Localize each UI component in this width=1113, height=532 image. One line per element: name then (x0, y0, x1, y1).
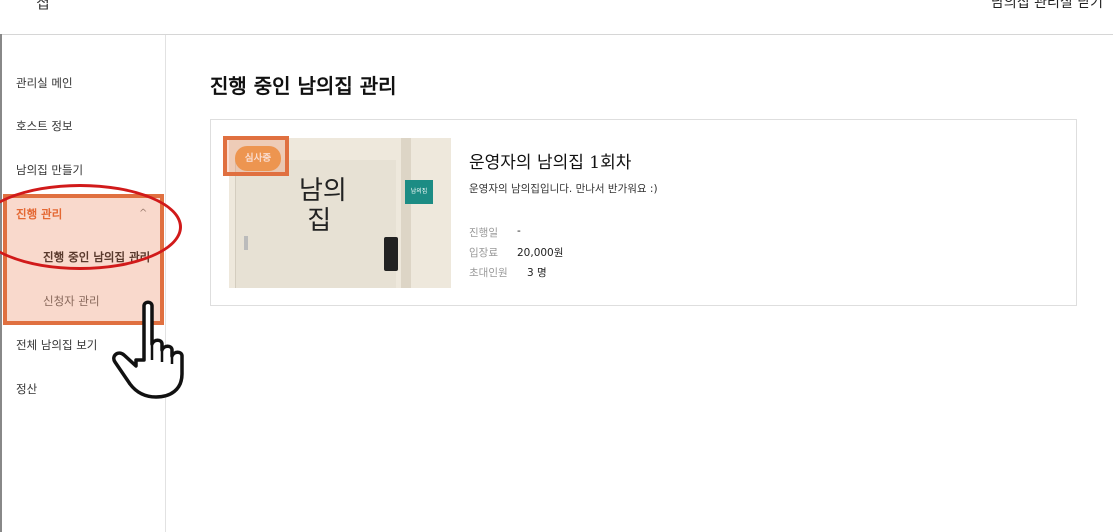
top-bar: 집 남의집 관리실 닫기 (0, 0, 1113, 35)
meta-label-date: 진행일 (469, 227, 498, 239)
meta-value-invitees: 3 명 (527, 267, 547, 279)
door-lock (384, 237, 398, 271)
pointing-hand-icon (112, 300, 184, 399)
door-handle (244, 236, 248, 250)
sidebar-item-host-info[interactable]: 호스트 정보 (16, 118, 73, 134)
sidebar-item-create-house[interactable]: 남의집 만들기 (16, 162, 83, 178)
card-description: 운영자의 남의집입니다. 만나서 반가워요 :) (469, 183, 658, 195)
close-admin-link[interactable]: 남의집 관리실 닫기 (991, 0, 1103, 12)
meta-value-fee: 20,000원 (517, 247, 564, 259)
house-card[interactable]: 남의 집 남의집 심사중 운영자의 남의집 1회차 운영자의 남의집입니다. 만… (210, 119, 1077, 306)
meta-label-invitees: 초대인원 (469, 267, 508, 279)
thumbnail-sign: 남의집 (405, 180, 433, 204)
card-title[interactable]: 운영자의 남의집 1회차 (469, 148, 631, 173)
thumbnail-title: 남의 집 (299, 176, 347, 236)
sidebar-item-all-houses[interactable]: 전체 남의집 보기 (16, 337, 97, 353)
sidebar-item-admin-main[interactable]: 관리실 메인 (16, 75, 73, 91)
page-title: 진행 중인 남의집 관리 (210, 74, 397, 98)
meta-label-fee: 입장료 (469, 247, 498, 259)
logo[interactable]: 집 (36, 0, 50, 12)
sidebar-item-settlement[interactable]: 정산 (16, 381, 37, 397)
door-frame (401, 138, 411, 288)
meta-value-date: - (517, 225, 521, 237)
badge-highlight-box (223, 136, 289, 176)
